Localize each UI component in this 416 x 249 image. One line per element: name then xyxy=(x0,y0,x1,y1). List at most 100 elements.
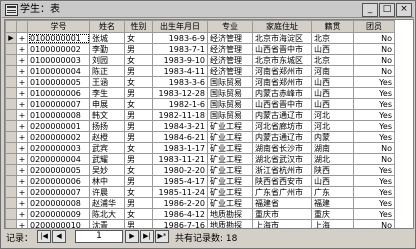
table-cell[interactable]: 扬扬 xyxy=(89,120,125,132)
table-cell[interactable]: 国际贸易 xyxy=(207,109,253,121)
table-cell[interactable]: No xyxy=(353,32,395,44)
table-cell[interactable]: 矿业工程 xyxy=(207,142,253,154)
table-cell[interactable]: 0200000007 xyxy=(27,186,90,198)
table-row[interactable]: +0200000009 陈北大女 1986-4-12 地质勘探 重庆市 重庆 Yes xyxy=(5,208,395,220)
table-cell[interactable]: 女 xyxy=(124,186,153,198)
row-selector[interactable] xyxy=(5,153,17,165)
table-cell[interactable]: 许晨 xyxy=(89,186,125,198)
expand-icon[interactable]: + xyxy=(16,87,28,99)
column-header[interactable]: 姓名 xyxy=(89,20,125,33)
table-cell[interactable]: 男 xyxy=(124,109,153,121)
table-cell[interactable]: Yes xyxy=(353,120,395,132)
table-cell[interactable]: 女 xyxy=(124,54,153,66)
table-cell[interactable]: 1983-1-17 xyxy=(152,142,208,154)
expand-icon[interactable]: + xyxy=(16,142,28,154)
table-cell[interactable]: 男 xyxy=(124,43,153,55)
table-row[interactable]: +0200000003 武宾女 1983-1-17 矿业工程 湖南省长沙市 湖南 No xyxy=(5,142,395,154)
table-cell[interactable]: 1983-7-1 xyxy=(152,43,208,55)
table-cell[interactable]: 1986-2-20 xyxy=(152,197,208,209)
table-cell[interactable]: 林中 xyxy=(89,175,125,187)
table-cell[interactable]: 0100000003 xyxy=(27,54,90,66)
table-cell[interactable]: 张城 xyxy=(89,32,125,44)
table-cell[interactable]: 0200000002 xyxy=(27,131,90,143)
table-row[interactable]: +0200000004 武耀男 1983-11-21 矿业工程 湖北省武汉市 湖北 No xyxy=(5,153,395,165)
table-cell[interactable]: 1980-2-20 xyxy=(152,164,208,176)
maximize-button[interactable]: □ xyxy=(379,3,395,17)
row-selector[interactable] xyxy=(5,142,17,154)
table-cell[interactable]: 女 xyxy=(124,208,153,220)
table-cell[interactable]: 0100000004 xyxy=(27,65,90,77)
table-cell[interactable]: 女 xyxy=(124,98,153,110)
table-row[interactable]: +0100000002 李勤男 1983-7-1 经济管理 山西省晋中市 山西 No xyxy=(5,43,395,55)
last-record-button[interactable]: ▶| xyxy=(140,230,154,243)
row-selector[interactable] xyxy=(5,164,17,176)
table-cell[interactable]: 韩文 xyxy=(89,109,125,121)
row-selector[interactable] xyxy=(5,54,17,66)
table-cell[interactable]: 吴妙 xyxy=(89,164,125,176)
table-cell[interactable]: 山西 xyxy=(311,43,354,55)
table-cell[interactable]: 北京 xyxy=(311,32,354,44)
row-selector[interactable]: ▶ xyxy=(5,32,17,44)
table-cell[interactable]: 0100000006 xyxy=(27,87,90,99)
row-selector[interactable] xyxy=(5,65,17,77)
table-cell[interactable]: 内蒙古通辽市 xyxy=(252,131,312,143)
table-cell[interactable]: 女 xyxy=(124,142,153,154)
row-selector[interactable] xyxy=(5,98,17,110)
table-row[interactable]: +0100000008 韩文男 1982-11-18 国际贸易 内蒙古通辽市 河北 Yes xyxy=(5,109,395,121)
table-cell[interactable]: Yes xyxy=(353,87,395,99)
table-cell[interactable]: 陕西 xyxy=(311,164,354,176)
table-row[interactable]: +0200000007 许晨女 1985-11-24 矿业工程 广东省广州市 广东 Yes xyxy=(5,186,395,198)
table-cell[interactable]: 重庆 xyxy=(311,208,354,220)
table-cell[interactable]: Yes xyxy=(353,175,395,187)
expand-icon[interactable]: + xyxy=(16,43,28,55)
table-cell[interactable]: 男 xyxy=(124,197,153,209)
column-header[interactable]: 出生年月日 xyxy=(152,20,208,33)
table-cell[interactable]: 1983-3-6 xyxy=(152,76,208,88)
table-cell[interactable]: 男 xyxy=(124,153,153,165)
table-cell[interactable]: 1983-6-9 xyxy=(152,32,208,44)
expand-icon[interactable]: + xyxy=(16,76,28,88)
table-row[interactable]: +0200000008 赵浦华男 1986-2-20 矿业工程 福建省 福建 Yes xyxy=(5,197,395,209)
table-cell[interactable]: 0200000006 xyxy=(27,175,90,187)
first-record-button[interactable]: |◀ xyxy=(37,230,51,243)
table-cell[interactable]: 女 xyxy=(124,164,153,176)
column-header[interactable]: 籍贯 xyxy=(311,20,354,33)
row-selector[interactable] xyxy=(5,87,17,99)
expand-icon[interactable]: + xyxy=(16,175,28,187)
table-cell[interactable]: 0200000001 xyxy=(27,120,90,132)
table-cell[interactable]: 河南省郑州市 xyxy=(252,65,312,77)
table-cell[interactable]: 湖南省长沙市 xyxy=(252,142,312,154)
table-cell[interactable]: 内蒙古通辽市 xyxy=(252,109,312,121)
table-cell[interactable]: 1983-11-21 xyxy=(152,153,208,165)
table-cell[interactable]: 山西省晋中市 xyxy=(252,43,312,55)
expand-icon[interactable]: + xyxy=(16,197,28,209)
expand-icon[interactable]: + xyxy=(16,98,28,110)
table-cell[interactable]: 陈正 xyxy=(89,65,125,77)
table-cell[interactable]: 男 xyxy=(124,120,153,132)
table-cell[interactable]: 广东 xyxy=(311,186,354,198)
table-cell[interactable]: 女 xyxy=(124,76,153,88)
row-selector[interactable] xyxy=(5,131,17,143)
table-cell[interactable]: 矿业工程 xyxy=(207,131,253,143)
table-cell[interactable]: 0200000005 xyxy=(27,164,90,176)
table-cell[interactable]: 矿业工程 xyxy=(207,175,253,187)
table-cell[interactable]: Yes xyxy=(353,98,395,110)
select-all-header[interactable] xyxy=(5,20,17,33)
table-cell[interactable]: 河北省廊坊市 xyxy=(252,120,312,132)
table-cell[interactable]: 内蒙 xyxy=(311,131,354,143)
table-cell[interactable]: 矿业工程 xyxy=(207,120,253,132)
table-cell[interactable]: Yes xyxy=(353,186,395,198)
table-row[interactable]: +0100000003 刘园女 1983-9-10 经济管理 北京市东城区 北京 No xyxy=(5,54,395,66)
expand-icon[interactable]: + xyxy=(16,208,28,220)
table-cell[interactable]: No xyxy=(353,65,395,77)
table-cell[interactable]: 经济管理 xyxy=(207,32,253,44)
table-cell[interactable]: 0200000003 xyxy=(27,142,90,154)
table-cell[interactable]: Yes xyxy=(353,76,395,88)
table-cell[interactable]: 男 xyxy=(124,175,153,187)
table-cell[interactable]: 北京市东城区 xyxy=(252,54,312,66)
table-cell[interactable]: 广东省广州市 xyxy=(252,186,312,198)
table-cell[interactable]: 湖南 xyxy=(311,142,354,154)
row-selector[interactable] xyxy=(5,43,17,55)
table-cell[interactable]: No xyxy=(353,54,395,66)
expand-icon[interactable]: + xyxy=(16,32,28,44)
